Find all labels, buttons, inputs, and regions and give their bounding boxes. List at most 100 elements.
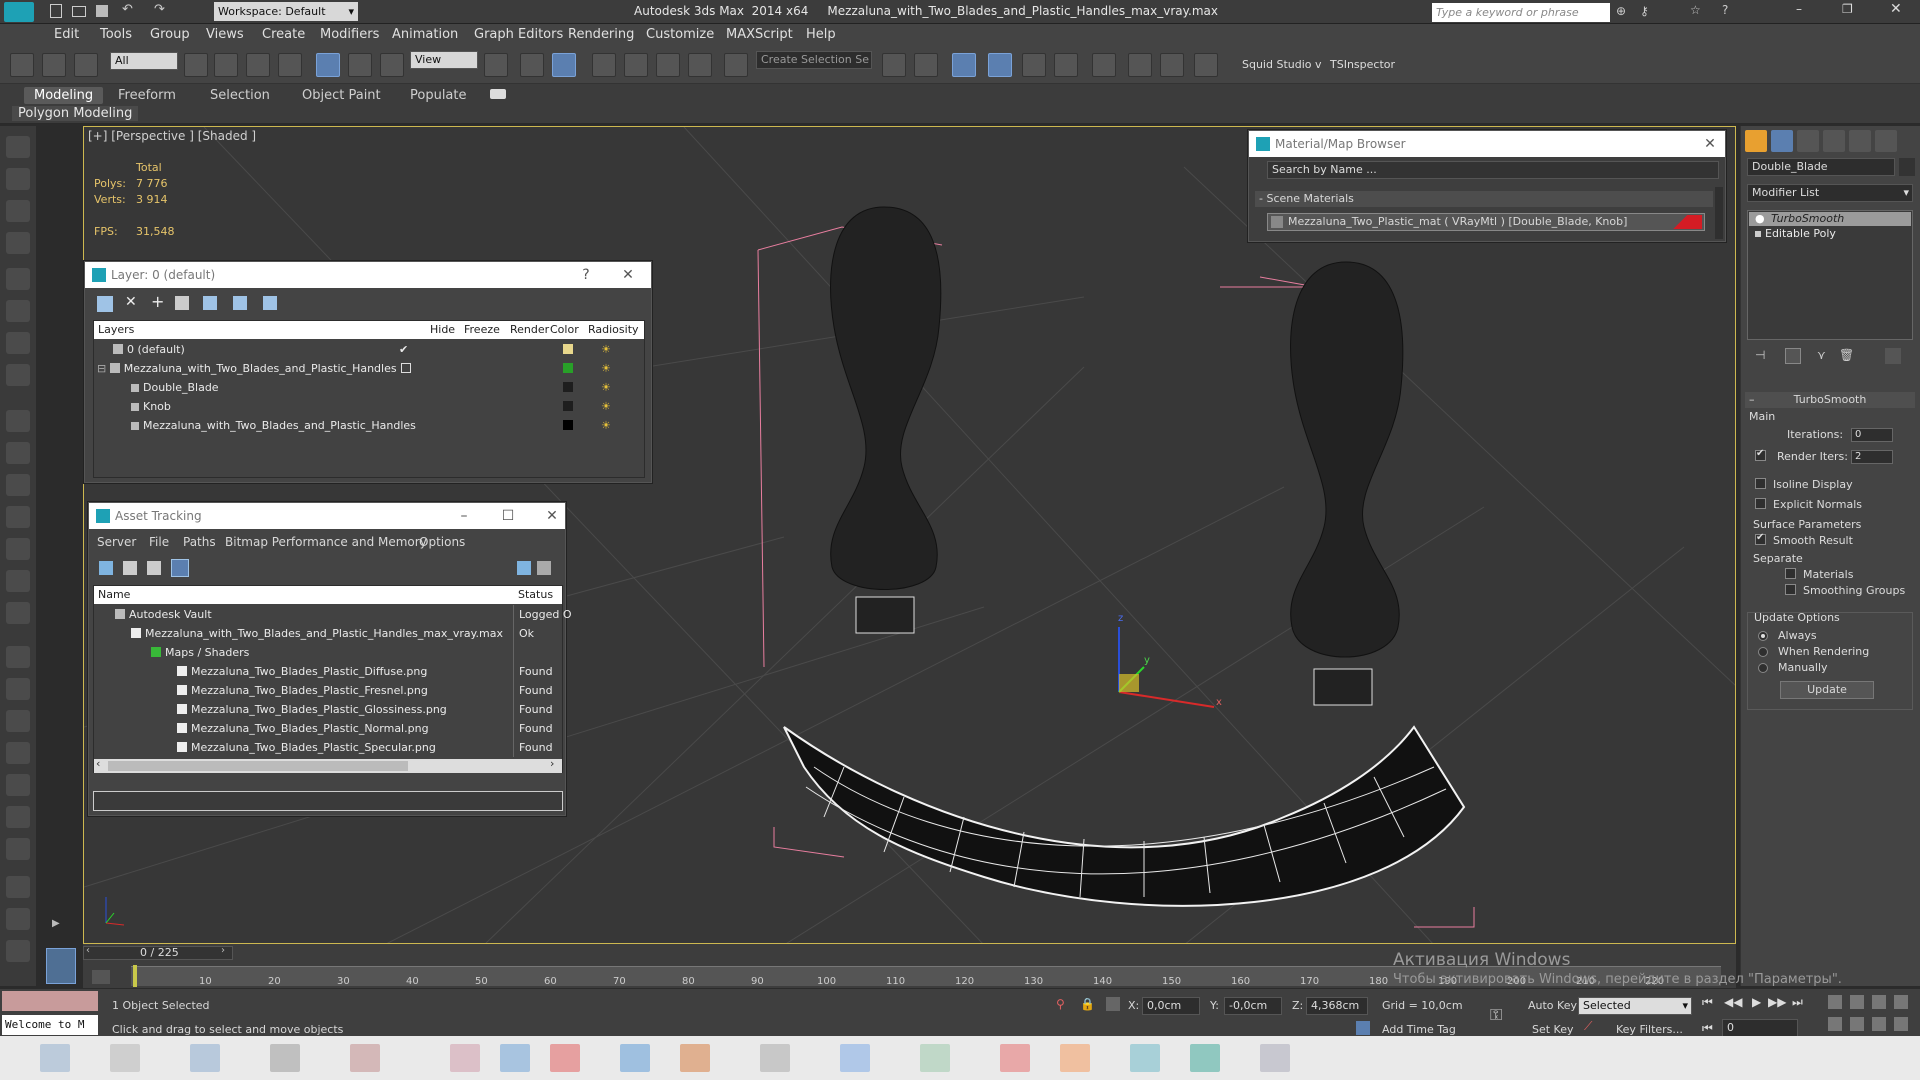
edit-named-selection-icon[interactable] <box>724 53 748 77</box>
key-filters-button[interactable]: Key Filters... <box>1616 1023 1683 1036</box>
ribbon-panel-polygon-modeling[interactable]: Polygon Modeling <box>12 106 139 121</box>
viewport-label[interactable]: [+] [Perspective ] [Shaded ] <box>88 129 256 143</box>
scale-icon[interactable] <box>380 53 404 77</box>
bulb-icon[interactable]: ● <box>1755 212 1765 226</box>
layer-row[interactable]: 0 (default) ✔ ☀ <box>97 340 637 359</box>
taskbar-app[interactable] <box>450 1044 480 1072</box>
key-mode-dropdown[interactable]: Selected ▾ <box>1578 997 1692 1015</box>
unlink-icon[interactable] <box>42 53 66 77</box>
taskbar-app[interactable] <box>500 1044 530 1072</box>
help-search-input[interactable]: Type a keyword or phrase <box>1432 3 1610 22</box>
redo-icon[interactable]: ↷ <box>154 2 165 17</box>
material-editor-icon[interactable] <box>1092 53 1116 77</box>
menu-edit[interactable]: Edit <box>54 27 79 42</box>
lock-icon[interactable]: 🔒 <box>1080 997 1095 1011</box>
highlight-layer-icon[interactable] <box>203 296 217 310</box>
taskbar-app[interactable] <box>350 1044 380 1072</box>
make-unique-icon[interactable]: ⋎ <box>1817 348 1826 362</box>
taskbar-app[interactable] <box>620 1044 650 1072</box>
sphere-icon[interactable] <box>6 442 30 464</box>
taskbar-app[interactable] <box>920 1044 950 1072</box>
rotate-icon[interactable] <box>348 53 372 77</box>
scroll-thumb[interactable] <box>108 761 408 771</box>
curve-editor-mini-icon[interactable] <box>92 970 110 984</box>
collapse-icon[interactable]: ⊟ <box>97 362 106 375</box>
light-icon[interactable] <box>6 268 30 290</box>
vertical-scrollbar[interactable] <box>1715 187 1723 239</box>
new-file-icon[interactable] <box>50 4 62 18</box>
add-to-layer-icon[interactable]: + <box>151 292 164 311</box>
prev-key-icon[interactable]: ◀◀ <box>1724 995 1742 1009</box>
close-icon[interactable]: ✕ <box>1890 1 1902 17</box>
minilistener-toggle[interactable] <box>46 948 76 984</box>
materials-checkbox[interactable] <box>1785 568 1796 579</box>
refresh-icon[interactable] <box>99 561 113 575</box>
taskbar-app[interactable] <box>1060 1044 1090 1072</box>
manually-radio[interactable] <box>1758 663 1768 673</box>
help-button[interactable]: ? <box>573 262 599 288</box>
plant-icon[interactable] <box>6 774 30 796</box>
set-key-button[interactable]: Set Key <box>1532 1023 1574 1036</box>
bind-space-warp-icon[interactable] <box>74 53 98 77</box>
graphite-toggle-icon[interactable] <box>988 53 1012 77</box>
list-icon[interactable] <box>6 200 30 222</box>
radiosity-icon[interactable]: ☀ <box>601 416 611 435</box>
ribbon-options-icon[interactable] <box>490 89 506 99</box>
set-key-icon[interactable]: ⟋ <box>1584 1019 1592 1034</box>
layer-color-swatch[interactable] <box>563 420 573 430</box>
percent-snap-icon[interactable] <box>656 53 680 77</box>
layer-color-swatch[interactable] <box>563 382 573 392</box>
menu-help[interactable]: Help <box>806 27 836 42</box>
workspace-dropdown[interactable]: Workspace: Default ▾ <box>214 2 358 21</box>
open-file-icon[interactable] <box>72 6 86 17</box>
isoline-checkbox[interactable] <box>1755 478 1766 489</box>
taskbar-app[interactable] <box>760 1044 790 1072</box>
tripod-icon[interactable] <box>6 710 30 732</box>
menu-create[interactable]: Create <box>262 27 305 42</box>
asset-row[interactable]: Mezzaluna_with_Two_Blades_and_Plastic_Ha… <box>97 624 561 643</box>
asset-window-title[interactable]: Asset Tracking – ☐ ✕ <box>89 503 565 529</box>
maximize-viewport-icon[interactable] <box>1894 1017 1908 1031</box>
help-icon[interactable] <box>517 561 531 575</box>
auto-key-button[interactable]: Auto Key <box>1528 999 1577 1012</box>
selection-filter-dropdown[interactable]: All <box>110 52 178 70</box>
current-layer-check-icon[interactable]: ✔ <box>399 340 408 359</box>
pin-icon[interactable]: ⚲ <box>1056 997 1065 1011</box>
col-status[interactable]: Status <box>518 586 553 604</box>
menu-server[interactable]: Server <box>97 535 136 549</box>
paint-icon[interactable] <box>6 678 30 700</box>
layer-color-swatch[interactable] <box>563 401 573 411</box>
radiosity-icon[interactable]: ☀ <box>601 359 611 378</box>
select-manipulate-icon[interactable] <box>520 53 544 77</box>
menu-animation[interactable]: Animation <box>392 27 458 42</box>
geosphere-icon[interactable] <box>6 602 30 624</box>
menu-views[interactable]: Views <box>206 27 244 42</box>
col-render[interactable]: Render <box>510 321 549 339</box>
turbosmooth-rollout-header[interactable]: TurboSmooth – <box>1745 392 1915 408</box>
tab-object-paint[interactable]: Object Paint <box>292 87 391 104</box>
y-coord-field[interactable]: -0,0cm <box>1224 997 1282 1015</box>
go-to-start-icon[interactable]: ⏮ <box>1702 995 1713 1010</box>
torus-icon[interactable] <box>6 474 30 496</box>
taskbar-app[interactable] <box>40 1044 70 1072</box>
configure-sets-icon[interactable] <box>1885 348 1901 364</box>
hide-all-icon[interactable] <box>233 296 247 310</box>
add-time-tag[interactable]: Add Time Tag <box>1382 1023 1456 1036</box>
zoom-extents-icon[interactable] <box>1872 995 1886 1009</box>
layer-color-swatch[interactable] <box>563 344 573 354</box>
pan-icon[interactable] <box>1850 1017 1864 1031</box>
radiosity-icon[interactable]: ☀ <box>601 340 611 359</box>
list-view-icon[interactable] <box>123 561 137 575</box>
next-frame-icon[interactable]: › <box>221 945 225 956</box>
remove-modifier-icon[interactable]: 🗑 <box>1839 348 1854 362</box>
globe-icon[interactable] <box>6 742 30 764</box>
detail-view-icon[interactable] <box>147 561 161 575</box>
play-icon[interactable]: ▶ <box>1752 995 1761 1009</box>
smoothing-groups-checkbox[interactable] <box>1785 584 1796 595</box>
orbit-icon[interactable] <box>1872 1017 1886 1031</box>
zoom-icon[interactable] <box>1828 995 1842 1009</box>
taskbar-app[interactable] <box>270 1044 300 1072</box>
layer-row[interactable]: Double_Blade ☀ <box>97 378 637 397</box>
named-selection-dropdown[interactable]: Create Selection Se <box>756 51 872 69</box>
taskbar-app[interactable] <box>1000 1044 1030 1072</box>
